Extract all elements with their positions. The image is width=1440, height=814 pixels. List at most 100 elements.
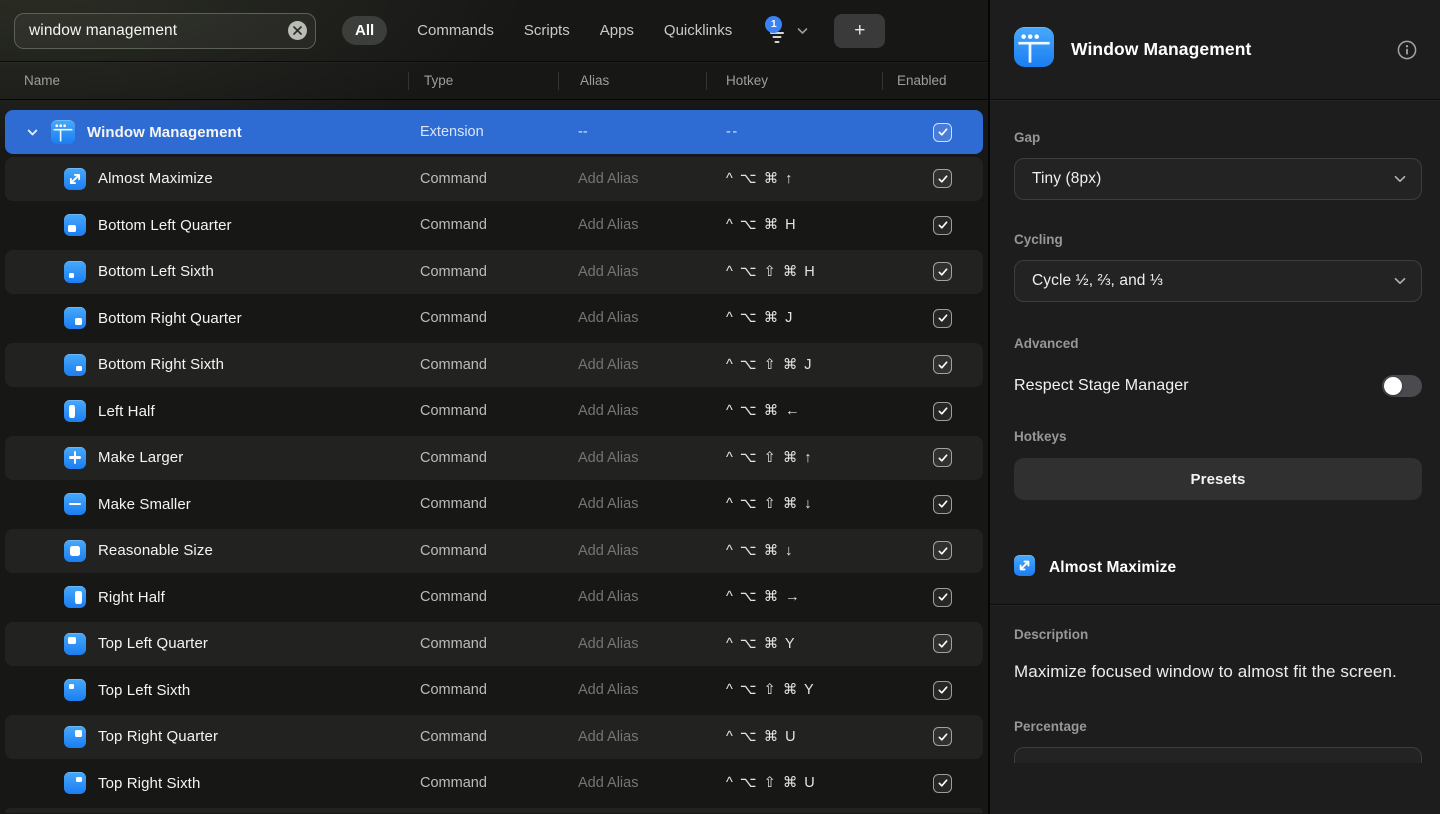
enabled-checkbox[interactable] (933, 773, 952, 793)
enabled-checkbox[interactable] (933, 355, 952, 374)
table-row[interactable]: Left Half Command Add Alias ^ ⌥ ⌘ ← (5, 389, 983, 433)
column-header-name[interactable]: Name (0, 73, 408, 88)
table-row[interactable]: Make Larger Command Add Alias ^ ⌥ ⇧ ⌘ ↑ (5, 435, 983, 480)
row-hotkey[interactable]: ^ ⌥ ⇧ ⌘ J (726, 357, 902, 373)
tab-quicklinks[interactable]: Quicklinks (664, 16, 732, 45)
enabled-checkbox[interactable] (933, 308, 952, 328)
reasonable-size-icon (64, 539, 86, 562)
add-alias-button[interactable]: Add Alias (578, 217, 726, 233)
presets-button[interactable]: Presets (1014, 458, 1422, 500)
enabled-checkbox[interactable] (933, 680, 952, 700)
row-type: Extension (420, 124, 484, 140)
search-input[interactable]: window management (14, 12, 316, 49)
chevron-down-icon (797, 27, 808, 34)
add-alias-button[interactable]: Add Alias (578, 171, 726, 187)
table-row[interactable]: Top Left Quarter Command Add Alias ^ ⌥ ⌘ Y (5, 621, 983, 666)
enabled-checkbox[interactable] (933, 169, 952, 188)
add-alias-button[interactable]: Add Alias (578, 496, 726, 512)
row-hotkey[interactable]: ^ ⌥ ⌘ ↓ (726, 543, 902, 559)
gap-label: Gap (1014, 130, 1041, 145)
filter-button[interactable]: 1 (765, 15, 808, 43)
table-row[interactable]: Make Smaller Command Add Alias ^ ⌥ ⇧ ⌘ ↓ (5, 482, 983, 526)
row-hotkey[interactable]: ^ ⌥ ⌘ H (726, 217, 902, 233)
table-row[interactable]: Almost Maximize Command Add Alias ^ ⌥ ⌘ ↑ (5, 156, 983, 201)
row-hotkey[interactable]: ^ ⌥ ⇧ ⌘ ↓ (726, 496, 902, 512)
table-row[interactable]: Window Management Extension -- -- (5, 110, 983, 154)
row-hotkey[interactable]: ^ ⌥ ⇧ ⌘ H (726, 264, 902, 280)
clear-search-icon[interactable] (288, 21, 307, 40)
add-alias-button[interactable]: Add Alias (578, 775, 726, 791)
enabled-checkbox[interactable] (933, 494, 952, 514)
enabled-checkbox[interactable] (933, 448, 952, 467)
row-hotkey[interactable]: ^ ⌥ ⌘ Y (726, 636, 902, 652)
row-hotkey[interactable]: ^ ⌥ ⌘ J (726, 310, 902, 326)
add-alias-button[interactable]: Add Alias (578, 450, 726, 466)
add-alias-button[interactable]: Add Alias (578, 403, 726, 419)
table-row[interactable]: Top Right Sixth Command Add Alias ^ ⌥ ⇧ ⌘ U (5, 761, 983, 805)
tab-commands[interactable]: Commands (417, 16, 494, 45)
row-name: Bottom Left Sixth (98, 263, 214, 280)
cycling-dropdown[interactable]: Cycle ½, ⅔, and ⅓ (1014, 260, 1422, 302)
table-row[interactable]: Bottom Right Sixth Command Add Alias ^ ⌥ ⇧ … (5, 342, 983, 387)
row-hotkey[interactable]: ^ ⌥ ⌘ U (726, 729, 902, 745)
table-row[interactable]: Right Half Command Add Alias ^ ⌥ ⌘ → (5, 575, 983, 619)
add-alias-button[interactable]: Add Alias (578, 636, 726, 652)
row-hotkey[interactable]: ^ ⌥ ⌘ ↑ (726, 171, 902, 187)
stage-manager-label: Respect Stage Manager (1014, 377, 1189, 394)
bottom-right-quarter-icon (64, 307, 86, 329)
bottom-left-sixth-icon (64, 260, 86, 283)
add-alias-button[interactable]: Add Alias (578, 682, 726, 698)
row-type: Command (420, 682, 487, 698)
row-type: Command (420, 310, 487, 326)
enabled-checkbox[interactable] (933, 262, 952, 281)
row-name: Make Smaller (98, 495, 191, 513)
table-row[interactable]: Reasonable Size Command Add Alias ^ ⌥ ⌘ ↓ (5, 528, 983, 573)
extension-settings: Gap Tiny (8px) Cycling Cycle ½, ⅔, and ⅓… (990, 130, 1440, 764)
row-hotkey[interactable]: ^ ⌥ ⇧ ⌘ Y (726, 682, 902, 698)
table-row[interactable]: Bottom Left Quarter Command Add Alias ^ ⌥ ⌘… (5, 203, 983, 247)
column-header-type[interactable]: Type (408, 73, 558, 88)
row-type: Command (420, 635, 487, 652)
column-header-hotkey[interactable]: Hotkey (706, 73, 882, 88)
add-alias-button[interactable]: Add Alias (578, 729, 726, 745)
add-alias-button[interactable]: Add Alias (578, 543, 726, 559)
row-hotkey[interactable]: -- (726, 124, 902, 140)
table-row[interactable]: Top Right Quarter Command Add Alias ^ ⌥ ⌘ U (5, 714, 983, 759)
stage-manager-toggle[interactable] (1382, 375, 1422, 397)
top-right-quarter-icon (64, 725, 86, 748)
gap-dropdown[interactable]: Tiny (8px) (1014, 158, 1422, 200)
table-row[interactable]: Bottom Right Quarter Command Add Alias ^ ⌥ … (5, 296, 983, 340)
enabled-checkbox[interactable] (933, 401, 952, 421)
extension-header: Window Management (990, 0, 1440, 100)
add-alias-button[interactable]: Add Alias (578, 357, 726, 373)
enabled-checkbox[interactable] (933, 634, 952, 653)
almost-maximize-icon (1014, 555, 1035, 576)
percentage-input[interactable] (1014, 747, 1422, 764)
tab-all[interactable]: All (342, 16, 388, 45)
topbar: window management All Commands Scripts Apps… (0, 0, 988, 62)
row-hotkey[interactable]: ^ ⌥ ⌘ → (726, 589, 902, 605)
info-icon[interactable] (1394, 37, 1420, 63)
tab-scripts[interactable]: Scripts (524, 16, 570, 45)
table-row[interactable]: Top Left Sixth Command Add Alias ^ ⌥ ⇧ ⌘ Y (5, 668, 983, 712)
enabled-checkbox[interactable] (933, 587, 952, 607)
enabled-checkbox[interactable] (933, 215, 952, 235)
enabled-checkbox[interactable] (933, 122, 952, 142)
column-header-alias[interactable]: Alias (558, 73, 706, 88)
add-extension-button[interactable]: + (834, 13, 886, 48)
row-hotkey[interactable]: ^ ⌥ ⇧ ⌘ U (726, 775, 902, 791)
row-hotkey[interactable]: ^ ⌥ ⇧ ⌘ ↑ (726, 450, 902, 466)
expand-chevron-icon[interactable] (25, 126, 39, 139)
add-alias-button[interactable]: Add Alias (578, 264, 726, 280)
table-header: Name Type Alias Hotkey Enabled (0, 62, 988, 100)
enabled-checkbox[interactable] (933, 541, 952, 560)
table-row[interactable]: Bottom Left Sixth Command Add Alias ^ ⌥ ⇧ ⌘… (5, 249, 983, 294)
tab-apps[interactable]: Apps (600, 16, 634, 45)
chevron-down-icon (1394, 277, 1406, 285)
enabled-checkbox[interactable] (933, 727, 952, 746)
row-hotkey[interactable]: ^ ⌥ ⌘ ← (726, 403, 902, 419)
add-alias-button[interactable]: Add Alias (578, 310, 726, 326)
add-alias-button[interactable]: Add Alias (578, 589, 726, 605)
row-name: Top Left Sixth (98, 681, 191, 699)
column-header-enabled[interactable]: Enabled (882, 73, 988, 88)
